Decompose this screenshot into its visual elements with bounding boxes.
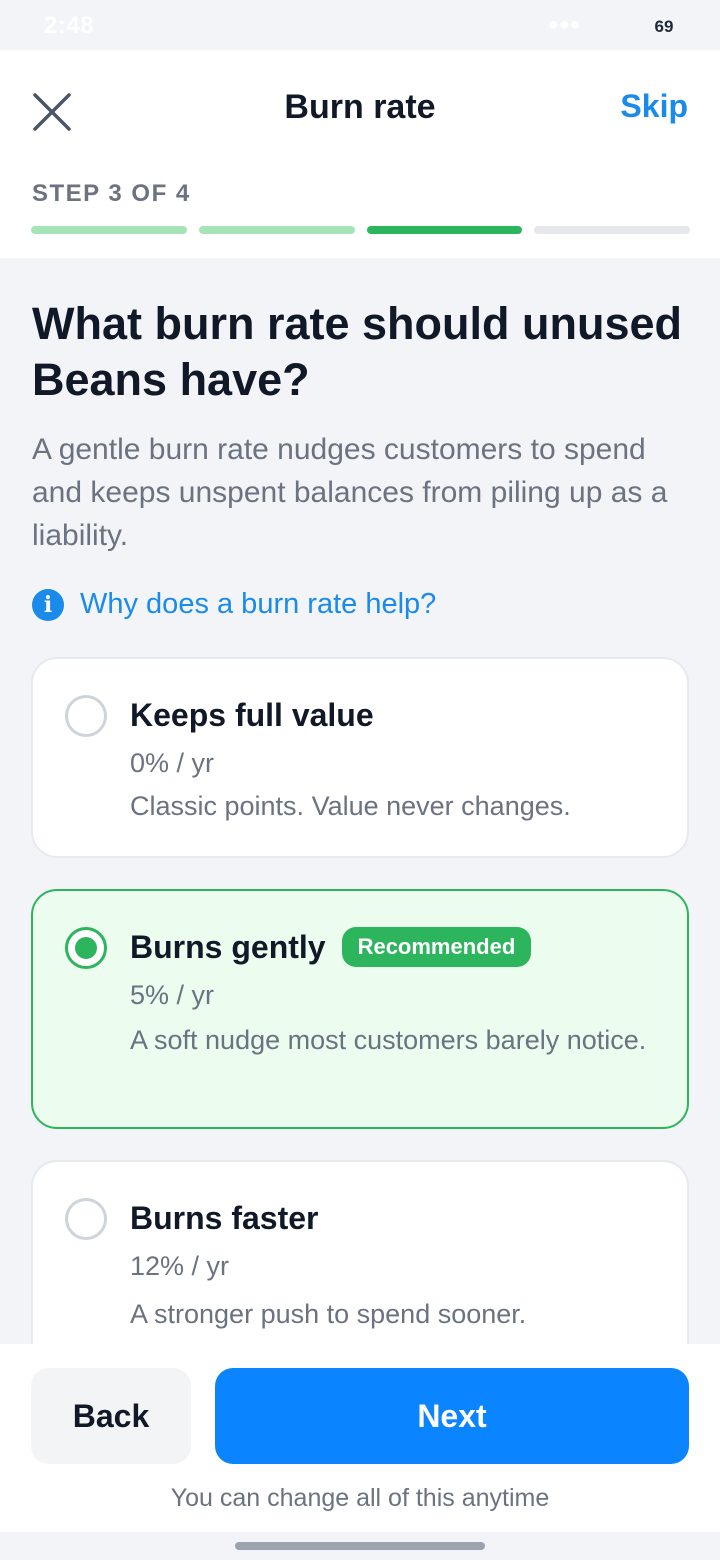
option-description: Classic points. Value never changes. xyxy=(130,791,571,821)
info-icon: i xyxy=(32,588,64,621)
option-title-text: Burns gently xyxy=(130,928,326,965)
step-label: STEP 3 OF 4 xyxy=(32,180,191,207)
option-title: Burns faster xyxy=(130,1200,319,1237)
bottom-action-bar: Back Next You can change all of this any… xyxy=(0,1344,720,1532)
progress-segment-1 xyxy=(31,226,187,234)
back-button[interactable]: Back xyxy=(31,1368,191,1464)
skip-button[interactable]: Skip xyxy=(620,88,688,125)
option-keeps-full-value[interactable]: Keeps full value 0% / yr Classic points.… xyxy=(31,657,689,858)
question-heading: What burn rate should unused Beans have? xyxy=(32,298,682,405)
question-description: A gentle burn rate nudges customers to s… xyxy=(32,433,668,552)
page-title: Burn rate xyxy=(284,88,436,126)
header: Burn rate Skip STEP 3 OF 4 xyxy=(0,50,720,258)
option-description: A stronger push to spend sooner. xyxy=(130,1299,527,1329)
option-title-text: Burns faster xyxy=(130,1200,319,1236)
progress-segment-3 xyxy=(366,226,523,234)
info-link-label: Why does a burn rate help? xyxy=(80,588,437,620)
option-title: Burns gently Recommended xyxy=(130,927,532,967)
progress-segment-4 xyxy=(534,226,690,234)
option-title-text: Keeps full value xyxy=(130,697,374,733)
status-bar: 2:48 ●●● 69 xyxy=(0,0,720,50)
status-time: 2:48 xyxy=(44,12,95,39)
option-rate: 5% / yr xyxy=(130,980,215,1010)
option-rate: 0% / yr xyxy=(130,748,215,778)
info-link[interactable]: i Why does a burn rate help? xyxy=(32,588,436,621)
next-button[interactable]: Next xyxy=(215,1368,689,1464)
radio-icon[interactable] xyxy=(65,927,107,969)
progress-segment-2 xyxy=(198,226,355,234)
signal-icon: ●●● xyxy=(548,14,581,34)
battery-indicator: 69 xyxy=(640,13,688,41)
option-rate: 12% / yr xyxy=(130,1251,230,1281)
radio-icon[interactable] xyxy=(65,1198,107,1240)
recommended-badge: Recommended xyxy=(341,927,532,967)
home-indicator[interactable] xyxy=(235,1542,485,1550)
option-burns-gently[interactable]: Burns gently Recommended 5% / yr A soft … xyxy=(31,889,689,1129)
option-description: A soft nudge most customers barely notic… xyxy=(130,1025,647,1055)
footer-note: You can change all of this anytime xyxy=(170,1484,550,1512)
option-title: Keeps full value xyxy=(130,697,374,734)
step-progress xyxy=(31,226,690,234)
radio-icon[interactable] xyxy=(65,695,107,737)
